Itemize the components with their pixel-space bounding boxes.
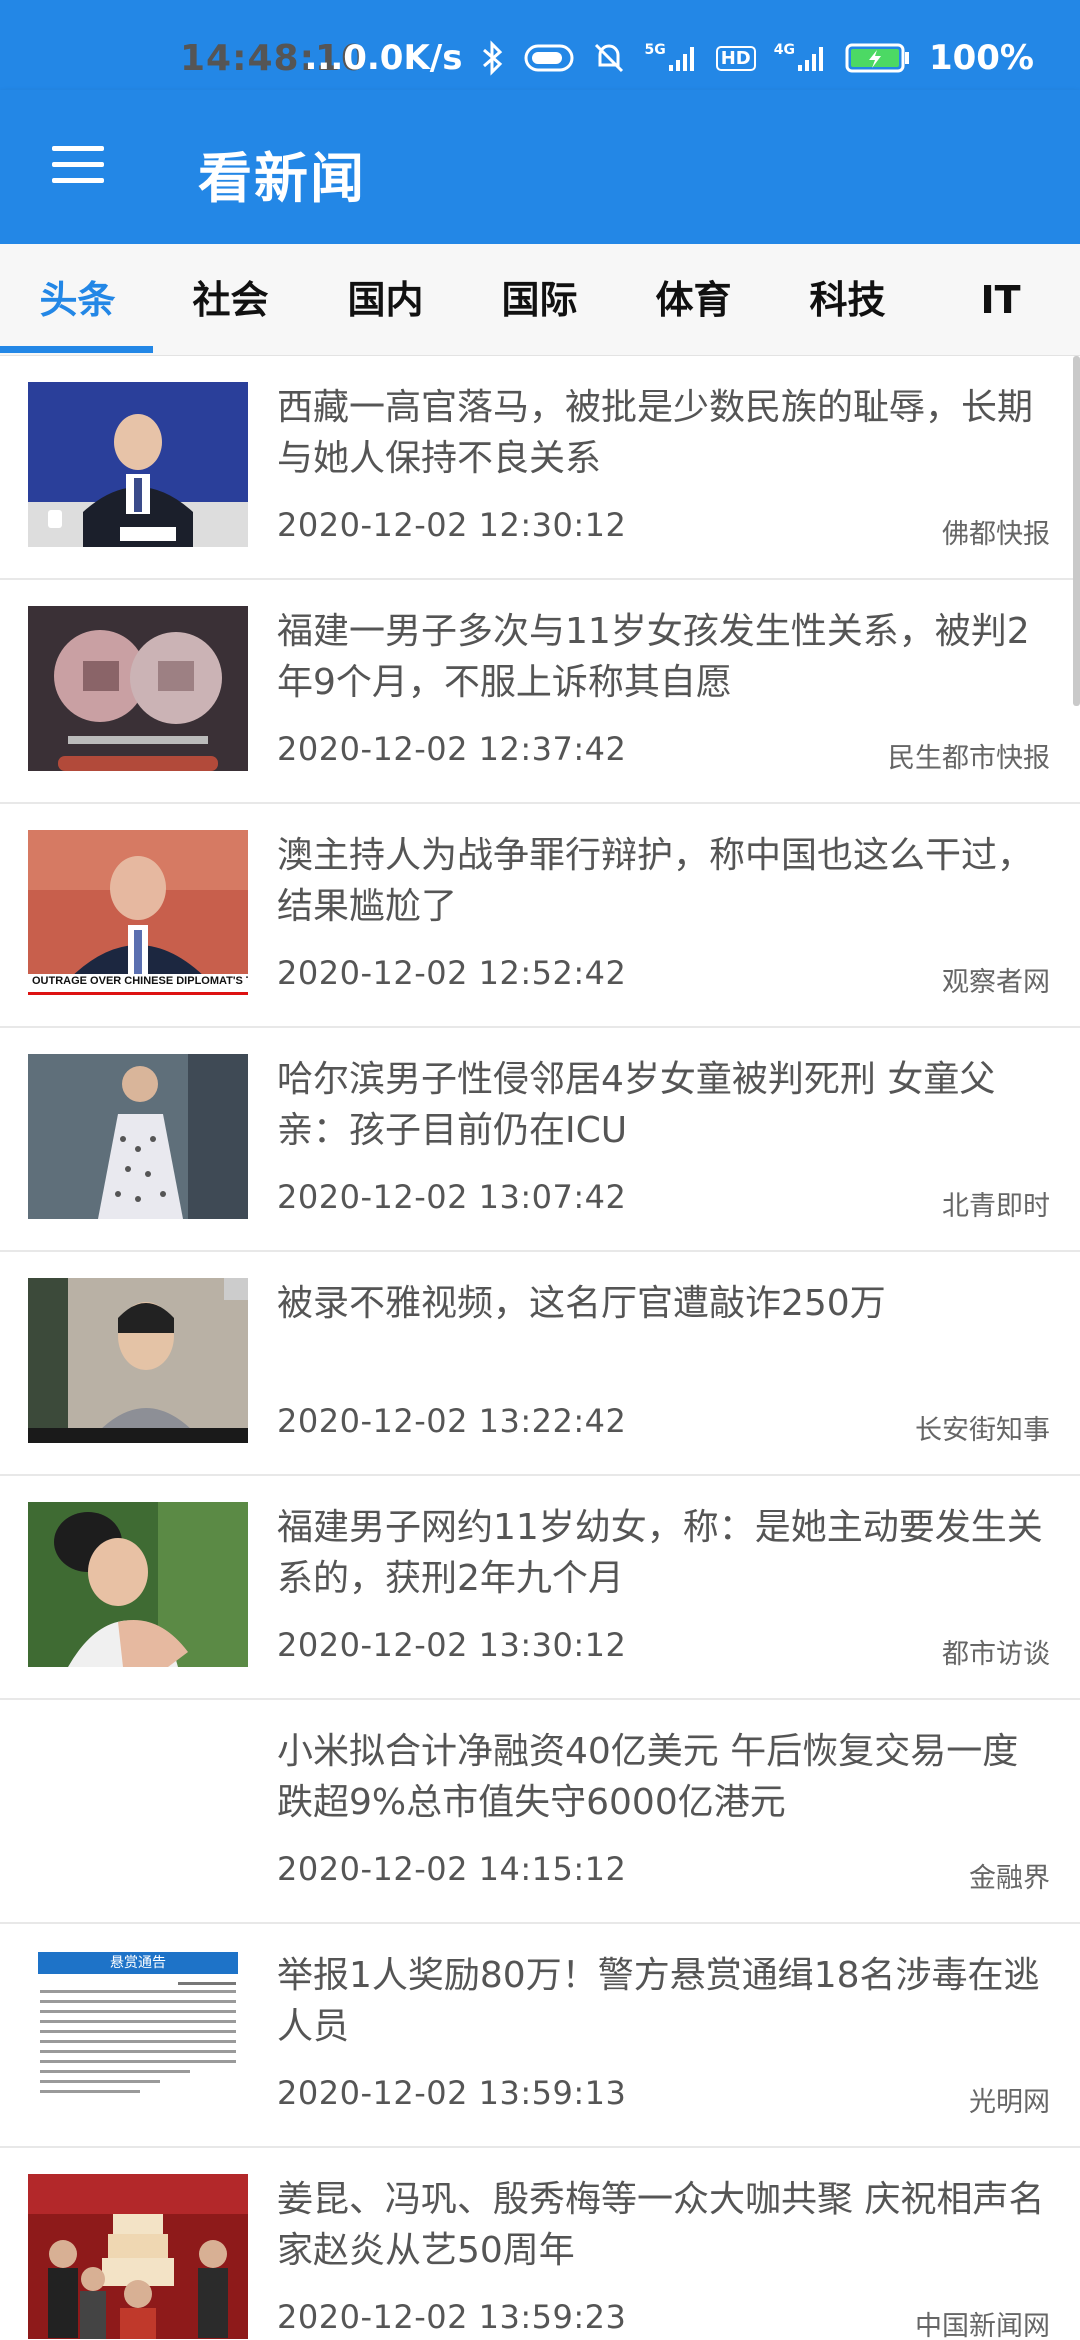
news-source: 金融界 [969, 1863, 1050, 1894]
news-thumbnail: OUTRAGE OVER CHINESE DIPLOMAT'S TW [28, 830, 248, 995]
battery-percent: 100% [928, 38, 1034, 78]
net-speed: ...0.0K/s [304, 38, 463, 78]
news-time: 2020-12-02 12:52:42 [277, 954, 627, 992]
signal-5g-icon: 5G [644, 43, 697, 73]
news-title: 西藏一高官落马，被批是少数民族的耻辱，长期与她人保持不良关系 [277, 387, 1034, 479]
news-title: 姜昆、冯巩、殷秀梅等一众大咖共聚 庆祝相声名家赵炎从艺50周年 [277, 2179, 1045, 2271]
app-bar: 看新闻 [0, 90, 1080, 244]
news-item[interactable]: 被录不雅视频，这名厅官遭敲诈250万 2020-12-02 13:22:42 长… [0, 1252, 1080, 1476]
news-title: 福建男子网约11岁幼女，称：是她主动要发生关系的，获刑2年九个月 [277, 1507, 1043, 1599]
bluetooth-icon [480, 40, 506, 76]
news-thumbnail [28, 606, 248, 771]
signal-4g-icon: 4G [774, 43, 827, 73]
thumbnail-caption: 悬赏通告 [110, 1955, 166, 1971]
tab-keji[interactable]: 科技 [770, 244, 925, 356]
active-tab-indicator [0, 346, 153, 353]
news-source: 都市访谈 [942, 1639, 1050, 1670]
toggle-icon [524, 43, 574, 73]
news-source: 中国新闻网 [915, 2311, 1050, 2340]
news-source: 北青即时 [942, 1191, 1050, 1222]
news-source: 民生都市快报 [888, 743, 1050, 774]
news-item[interactable]: 福建男子网约11岁幼女，称：是她主动要发生关系的，获刑2年九个月 2020-12… [0, 1476, 1080, 1700]
news-source: 长安街知事 [915, 1415, 1050, 1446]
news-title: 澳主持人为战争罪行辩护，称中国也这么干过，结果尴尬了 [277, 835, 1034, 927]
news-source: 观察者网 [942, 967, 1050, 998]
tab-it[interactable]: IT [923, 244, 1078, 356]
news-source: 光明网 [969, 2087, 1050, 2118]
news-time: 2020-12-02 13:07:42 [277, 1178, 627, 1216]
news-thumbnail [28, 382, 248, 547]
news-item[interactable]: 西藏一高官落马，被批是少数民族的耻辱，长期与她人保持不良关系 2020-12-0… [0, 356, 1080, 580]
news-thumbnail [28, 1054, 248, 1219]
news-item[interactable]: 悬赏通告 举报1人奖励80万！警方悬赏通缉18名涉毒在逃人员 2020-12-0… [0, 1924, 1080, 2148]
news-thumbnail [28, 1278, 248, 1443]
list-scrollbar[interactable] [1073, 356, 1080, 706]
category-tabs: 头条 社会 国内 国际 体育 科技 IT [0, 244, 1080, 356]
tab-guoji[interactable]: 国际 [462, 244, 617, 356]
news-time: 2020-12-02 14:15:12 [277, 1850, 627, 1888]
news-time: 2020-12-02 13:59:13 [277, 2074, 627, 2112]
news-item[interactable]: 福建一男子多次与11岁女孩发生性关系，被判2年9个月，不服上诉称其自愿 2020… [0, 580, 1080, 804]
status-icons: ...0.0K/s 5G HD 4G 100% [304, 38, 1034, 78]
news-source: 佛都快报 [942, 519, 1050, 550]
news-time: 2020-12-02 12:37:42 [277, 730, 627, 768]
status-bar: 14:48:10 ...0.0K/s 5G HD 4G 100% [0, 0, 1080, 90]
news-title: 小米拟合计净融资40亿美元 午后恢复交易一度跌超9%总市值失守6000亿港元 [277, 1731, 1019, 1823]
thumbnail-caption: OUTRAGE OVER CHINESE DIPLOMAT'S TW [32, 975, 248, 987]
news-list: 西藏一高官落马，被批是少数民族的耻辱，长期与她人保持不良关系 2020-12-0… [0, 356, 1080, 2340]
news-thumbnail [28, 1502, 248, 1667]
hd-icon: HD [715, 45, 756, 71]
news-time: 2020-12-02 13:22:42 [277, 1402, 627, 1440]
news-thumbnail: 悬赏通告 [28, 1950, 248, 2115]
news-time: 2020-12-02 13:59:23 [277, 2298, 627, 2336]
app-title: 看新闻 [198, 147, 366, 210]
tab-shehui[interactable]: 社会 [153, 244, 308, 356]
tab-tiyu[interactable]: 体育 [616, 244, 771, 356]
news-title: 举报1人奖励80万！警方悬赏通缉18名涉毒在逃人员 [277, 1955, 1040, 2047]
news-item[interactable]: 哈尔滨男子性侵邻居4岁女童被判死刑 女童父亲：孩子目前仍在ICU 2020-12… [0, 1028, 1080, 1252]
hamburger-menu-icon[interactable] [40, 142, 116, 198]
news-time: 2020-12-02 12:30:12 [277, 506, 627, 544]
news-item[interactable]: 小米拟合计净融资40亿美元 午后恢复交易一度跌超9%总市值失守6000亿港元 2… [0, 1700, 1080, 1924]
tab-guonei[interactable]: 国内 [308, 244, 463, 356]
news-item[interactable]: OUTRAGE OVER CHINESE DIPLOMAT'S TW 澳主持人为… [0, 804, 1080, 1028]
news-title: 被录不雅视频，这名厅官遭敲诈250万 [277, 1283, 886, 1324]
news-time: 2020-12-02 13:30:12 [277, 1626, 627, 1664]
news-item[interactable]: 姜昆、冯巩、殷秀梅等一众大咖共聚 庆祝相声名家赵炎从艺50周年 2020-12-… [0, 2148, 1080, 2340]
mute-icon [592, 41, 626, 75]
news-title: 福建一男子多次与11岁女孩发生性关系，被判2年9个月，不服上诉称其自愿 [277, 611, 1030, 703]
news-thumbnail [28, 2174, 248, 2339]
battery-icon [845, 42, 911, 74]
news-title: 哈尔滨男子性侵邻居4岁女童被判死刑 女童父亲：孩子目前仍在ICU [277, 1059, 996, 1151]
tab-toutiao[interactable]: 头条 [0, 244, 155, 356]
